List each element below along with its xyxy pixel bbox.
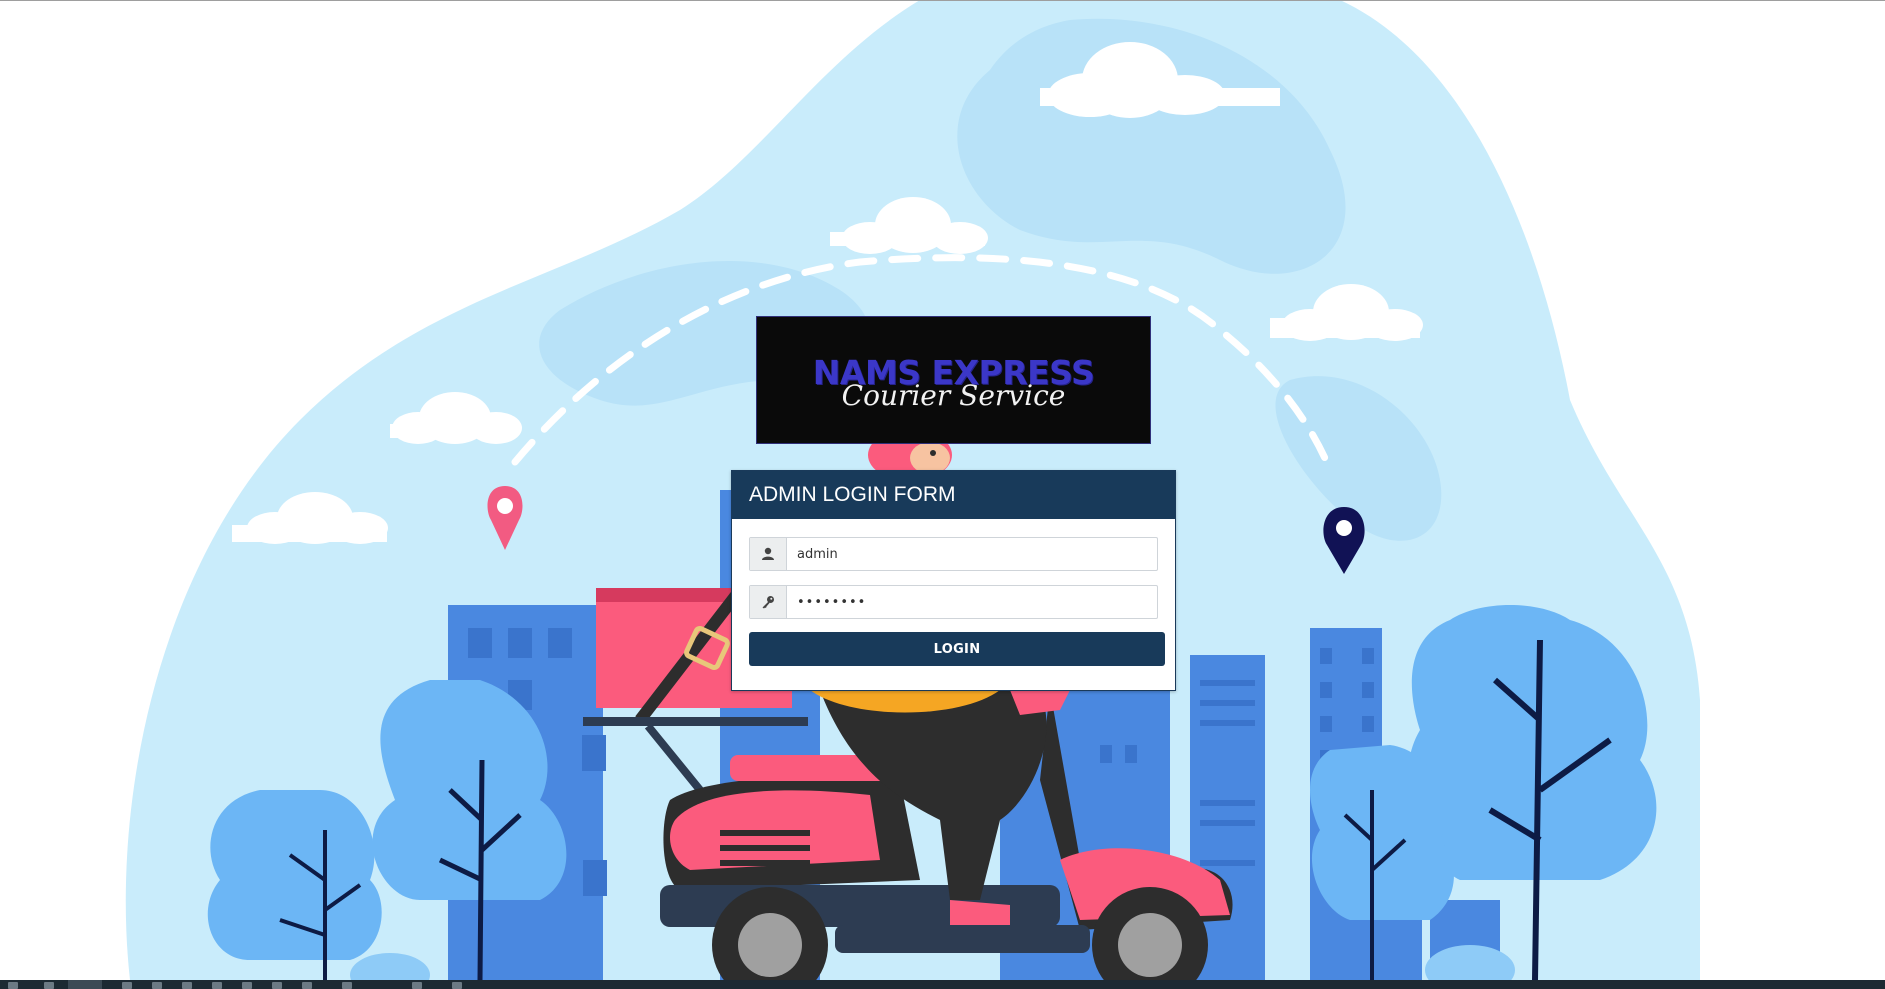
taskbar-app-icon[interactable] <box>302 982 312 989</box>
search-icon[interactable] <box>44 982 54 989</box>
taskbar-app-icon[interactable] <box>152 982 162 989</box>
top-border <box>0 0 1885 1</box>
taskbar-app-icon[interactable] <box>452 982 462 989</box>
taskbar-active-item[interactable] <box>68 980 102 989</box>
login-page: NAMS EXPRESS Courier Service ADMIN LOGIN… <box>0 0 1885 989</box>
taskbar-app-icon[interactable] <box>212 982 222 989</box>
taskbar-app-icon[interactable] <box>122 982 132 989</box>
taskbar <box>0 980 1885 989</box>
user-icon <box>750 538 787 570</box>
login-button[interactable]: LOGIN <box>749 632 1165 666</box>
logo-subtitle: Courier Service <box>841 379 1066 412</box>
taskbar-app-icon[interactable] <box>342 982 352 989</box>
taskbar-app-icon[interactable] <box>242 982 252 989</box>
taskbar-app-icon[interactable] <box>412 982 422 989</box>
username-field-group <box>749 537 1158 571</box>
taskbar-app-icon[interactable] <box>272 982 282 989</box>
taskbar-app-icon[interactable] <box>182 982 192 989</box>
password-input[interactable] <box>787 586 1155 618</box>
admin-login-form: ADMIN LOGIN FORM LOGIN <box>731 470 1176 691</box>
password-field-group <box>749 585 1158 619</box>
start-icon[interactable] <box>8 982 18 989</box>
key-icon <box>750 586 787 618</box>
username-input[interactable] <box>787 538 1155 570</box>
tree <box>207 790 382 980</box>
brand-logo: NAMS EXPRESS Courier Service <box>756 316 1151 444</box>
form-title: ADMIN LOGIN FORM <box>732 471 1175 519</box>
